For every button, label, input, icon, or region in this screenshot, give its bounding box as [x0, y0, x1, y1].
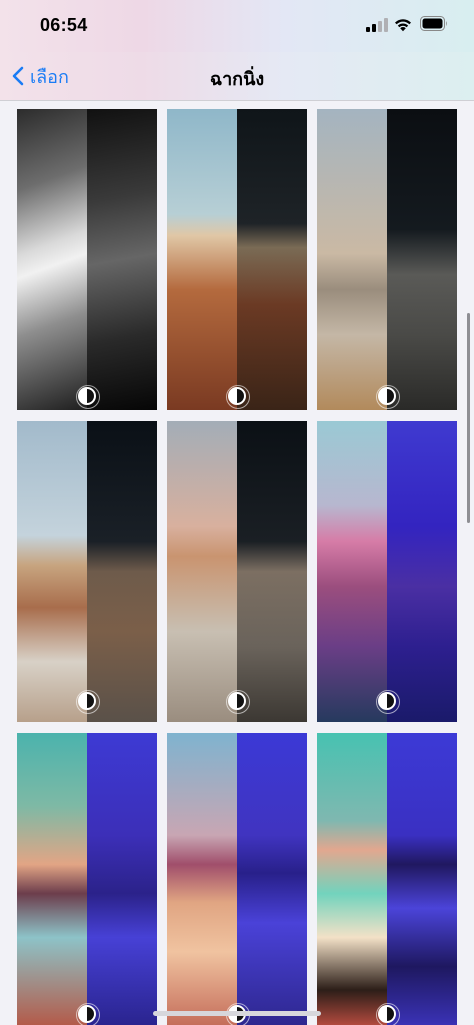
dark-mode-preview: [237, 421, 307, 722]
appearance-toggle-icon: [226, 385, 250, 409]
wallpaper-coast-road[interactable]: [317, 421, 457, 722]
appearance-toggle-icon: [76, 1003, 100, 1025]
appearance-toggle-icon: [376, 385, 400, 409]
cellular-signal-icon: [366, 18, 388, 32]
light-mode-preview: [17, 109, 87, 410]
light-mode-preview: [317, 733, 387, 1025]
light-mode-preview: [167, 421, 237, 722]
dark-mode-preview: [387, 421, 457, 722]
dark-mode-preview: [87, 733, 157, 1025]
home-indicator[interactable]: [153, 1011, 321, 1016]
status-bar: 06:54: [0, 0, 474, 52]
dark-mode-preview: [387, 733, 457, 1025]
navigation-bar: เลือก ฉากนิ่ง: [0, 52, 474, 101]
wallpaper-lake-sunset[interactable]: [17, 733, 157, 1025]
light-mode-preview: [167, 733, 237, 1025]
appearance-toggle-icon: [376, 690, 400, 714]
light-mode-preview: [317, 421, 387, 722]
wallpaper-red-rock-3[interactable]: [167, 421, 307, 722]
wallpaper-desert-dunes[interactable]: [167, 733, 307, 1025]
scroll-indicator[interactable]: [467, 313, 470, 523]
appearance-toggle-icon: [76, 385, 100, 409]
dark-mode-preview: [237, 109, 307, 410]
dark-mode-preview: [87, 421, 157, 722]
dark-mode-preview: [87, 109, 157, 410]
dark-mode-preview: [237, 733, 307, 1025]
wallpaper-ios-abstract[interactable]: [17, 109, 157, 410]
status-time: 06:54: [40, 15, 88, 35]
appearance-toggle-icon: [376, 1003, 400, 1025]
page-title: ฉากนิ่ง: [209, 69, 265, 89]
appearance-toggle-icon: [226, 690, 250, 714]
wallpaper-red-rock-2[interactable]: [17, 421, 157, 722]
appearance-toggle-icon: [76, 690, 100, 714]
wallpaper-grid: [0, 101, 474, 1025]
wifi-icon: [395, 19, 411, 32]
wallpaper-red-rock-1[interactable]: [167, 109, 307, 410]
dark-mode-preview: [387, 109, 457, 410]
wallpaper-island-trees[interactable]: [317, 733, 457, 1025]
light-mode-preview: [167, 109, 237, 410]
battery-icon: [420, 16, 447, 31]
light-mode-preview: [17, 421, 87, 722]
light-mode-preview: [317, 109, 387, 410]
wallpaper-grey-dune[interactable]: [317, 109, 457, 410]
light-mode-preview: [17, 733, 87, 1025]
